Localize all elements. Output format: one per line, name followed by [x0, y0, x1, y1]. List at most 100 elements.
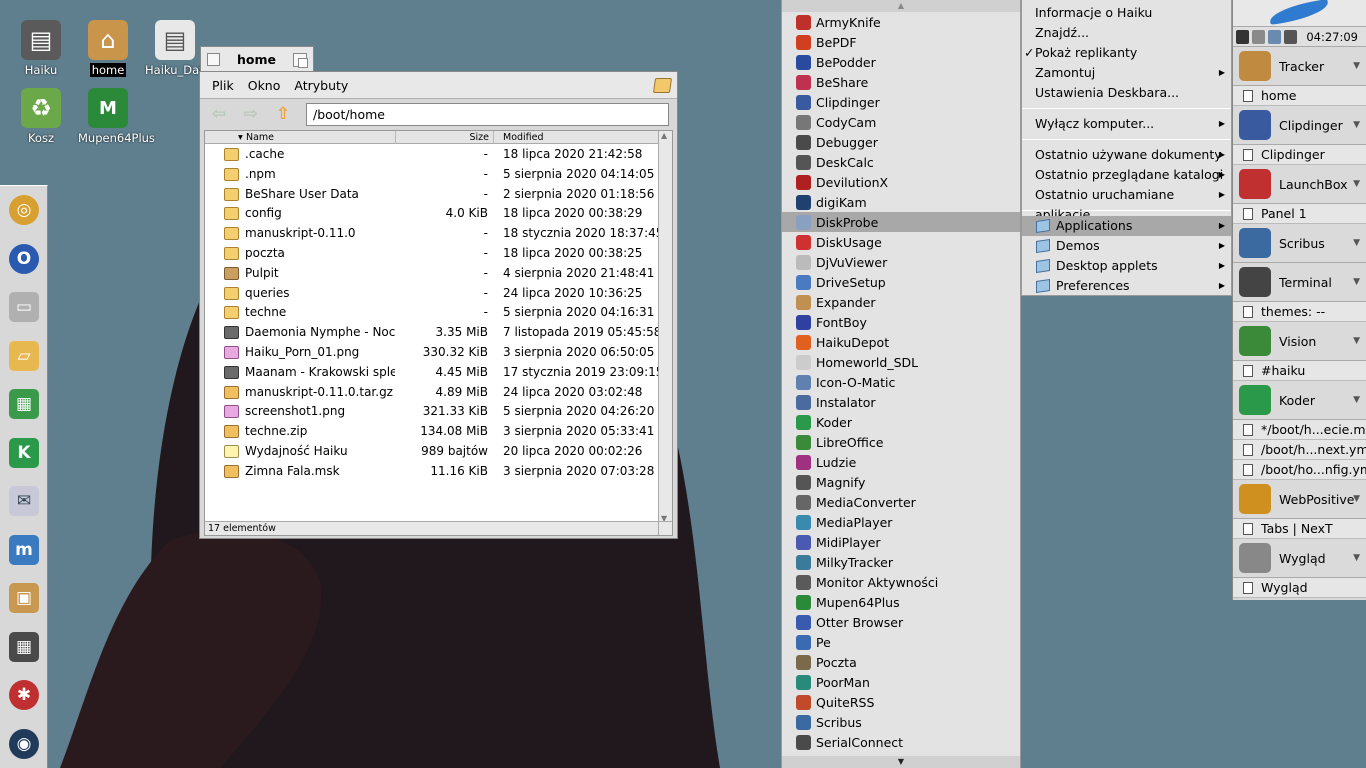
column-size[interactable]: Size [396, 131, 494, 144]
speaker-icon[interactable] [1284, 29, 1297, 44]
app-menu-item[interactable]: DevilutionX [782, 172, 1020, 192]
launch-digikam[interactable]: ◉ [0, 720, 48, 768]
chevron-down-icon[interactable]: ▼ [1353, 381, 1360, 420]
launch-mediawriter[interactable]: m [0, 526, 48, 575]
menu-applications[interactable]: Applications ▶ [1022, 216, 1231, 236]
app-menu-item[interactable]: DriveSetup [782, 272, 1020, 292]
menu-recent-documents[interactable]: Ostatnio używane dokumenty ▶ [1022, 145, 1231, 165]
launch-folder[interactable]: ▱ [0, 332, 48, 381]
deskbar-team[interactable]: WebPositive ▼ [1233, 480, 1366, 519]
app-menu-item[interactable]: MediaConverter [782, 492, 1020, 512]
deskbar-window-item[interactable]: home [1233, 86, 1366, 106]
deskbar-team[interactable]: Scribus ▼ [1233, 224, 1366, 263]
app-menu-item[interactable]: SerialConnect [782, 732, 1020, 752]
scroll-up-arrow-icon[interactable]: ▲ [782, 0, 1020, 12]
app-menu-item[interactable]: HaikuDepot [782, 332, 1020, 352]
launch-package[interactable]: ▣ [0, 574, 48, 623]
app-menu-item[interactable]: Otter Browser [782, 612, 1020, 632]
file-row[interactable]: manuskript-0.11.0.tar.gz 4.89 MiB 24 lipca… [205, 383, 659, 403]
deskbar-window-item[interactable]: Wygląd [1233, 578, 1366, 598]
app-menu-item[interactable]: FontBoy [782, 312, 1020, 332]
zoom-button[interactable] [293, 52, 308, 68]
column-modified[interactable]: Modified [494, 131, 660, 144]
deskbar-team[interactable]: Clipdinger ▼ [1233, 106, 1366, 145]
close-button[interactable] [207, 53, 220, 66]
deskbar-window-item[interactable]: /boot/ho...nfig.yml [1233, 460, 1366, 480]
column-name[interactable]: ▾ Name [237, 131, 396, 144]
menu-deskbar-settings[interactable]: Ustawienia Deskbara... [1022, 83, 1231, 103]
launch-koder[interactable]: K [0, 429, 48, 478]
up-arrow-icon[interactable]: ⇧ [272, 103, 294, 125]
launch-computer[interactable]: ▭ [0, 283, 48, 332]
app-menu-item[interactable]: LibreOffice [782, 432, 1020, 452]
app-menu-item[interactable]: DjVuViewer [782, 252, 1020, 272]
deskbar-team[interactable]: Wygląd ▼ [1233, 539, 1366, 578]
menu-find[interactable]: Znajdź... [1022, 23, 1231, 43]
chevron-down-icon[interactable]: ▼ [1353, 322, 1360, 361]
menu-window[interactable]: Okno [241, 78, 288, 93]
app-menu-item[interactable]: digiKam [782, 192, 1020, 212]
menu-preferences[interactable]: Preferences ▶ [1022, 276, 1231, 296]
file-row[interactable]: Haiku_Porn_01.png 330.32 KiB 3 sierpnia 20… [205, 343, 659, 363]
app-menu-item[interactable]: Pe [782, 632, 1020, 652]
app-menu-item[interactable]: Expander [782, 292, 1020, 312]
app-menu-item[interactable]: QuiteRSS [782, 692, 1020, 712]
app-menu-item[interactable]: ArmyKnife [782, 12, 1020, 32]
window-tab[interactable]: home [200, 46, 314, 72]
desktop-icon-mupen64plus[interactable]: M Mupen64Plus [76, 88, 155, 145]
file-row[interactable]: Daemonia Nymphe - Noc... 3.35 MiB 7 listop… [205, 323, 661, 343]
launch-network[interactable]: ✱ [0, 671, 48, 720]
app-menu-item[interactable]: BePodder [782, 52, 1020, 72]
app-menu-item[interactable]: PoorMan [782, 672, 1020, 692]
deskbar-team[interactable]: Vision ▼ [1233, 322, 1366, 361]
app-menu-item[interactable]: Monitor Aktywności [782, 572, 1020, 592]
tracker-icon[interactable] [652, 77, 673, 93]
menu-recent-applications[interactable]: Ostatnio uruchamiane aplikacje ▶ [1022, 185, 1231, 222]
app-menu-item[interactable]: Scribus [782, 712, 1020, 732]
desktop-icon-haiku-data[interactable]: ▤ Haiku_Data [143, 20, 211, 77]
file-row[interactable]: queries -24 lipca 2020 10:36:25 [205, 284, 659, 304]
desktop-icon-haiku[interactable]: ▤ Haiku [9, 20, 73, 77]
desktop-icon-trash[interactable]: ♻ Kosz [9, 88, 73, 145]
path-input[interactable]: /boot/home [306, 102, 669, 126]
deskbar-window-item[interactable]: Clipdinger [1233, 145, 1366, 165]
app-menu-item[interactable]: Poczta [782, 652, 1020, 672]
menu-shutdown[interactable]: Wyłącz komputer... ▶ [1022, 114, 1231, 134]
deskbar-window-item[interactable]: /boot/h...next.yml [1233, 440, 1366, 460]
clock[interactable]: 04:27:09 [1306, 30, 1358, 44]
chevron-down-icon[interactable]: ▼ [1353, 539, 1360, 578]
deskbar-team[interactable]: Terminal ▼ [1233, 263, 1366, 302]
chevron-down-icon[interactable]: ▼ [1353, 47, 1360, 86]
launch-spreadsheet[interactable]: ▦ [0, 380, 48, 429]
app-menu-item[interactable]: Homeworld_SDL [782, 352, 1020, 372]
scroll-down-arrow-icon[interactable]: ▼ [782, 756, 1020, 768]
keyboard-layout-icon[interactable] [1252, 29, 1265, 44]
deskbar-team[interactable]: LaunchBox ▼ [1233, 165, 1366, 204]
app-menu-item[interactable]: Magnify [782, 472, 1020, 492]
app-menu-item[interactable]: DiskUsage [782, 232, 1020, 252]
app-menu-item[interactable]: BeShare [782, 72, 1020, 92]
deskbar-window-item[interactable]: */boot/h...ecie.md [1233, 420, 1366, 440]
deskbar-window-item[interactable]: Tabs | NexT [1233, 519, 1366, 539]
chevron-down-icon[interactable]: ▼ [1353, 224, 1360, 263]
deskbar-team[interactable]: Tracker ▼ [1233, 47, 1366, 86]
launch-otter-browser[interactable]: O [0, 235, 48, 284]
chevron-down-icon[interactable]: ▼ [1353, 106, 1360, 145]
app-menu-item[interactable]: Icon-O-Matic [782, 372, 1020, 392]
menu-attributes[interactable]: Atrybuty [287, 78, 355, 93]
chevron-down-icon[interactable]: ▼ [1353, 263, 1360, 302]
app-menu-item[interactable]: Clipdinger [782, 92, 1020, 112]
launch-mail[interactable]: ✉ [0, 477, 48, 526]
chevron-down-icon[interactable]: ▼ [1353, 480, 1360, 519]
deskbar-window-item[interactable]: Panel 1 [1233, 204, 1366, 224]
file-row[interactable]: poczta -18 lipca 2020 00:38:25 [205, 244, 659, 264]
app-menu-item[interactable]: DiskProbe [782, 212, 1020, 232]
app-menu-item[interactable]: MilkyTracker [782, 552, 1020, 572]
horizontal-scrollbar[interactable] [658, 521, 672, 535]
file-row[interactable]: Wydajność Haiku 989 bajtów 20 lipca 2020 0… [205, 442, 659, 462]
app-menu-item[interactable]: Debugger [782, 132, 1020, 152]
app-menu-item[interactable]: Instalator [782, 392, 1020, 412]
menu-desktop-applets[interactable]: Desktop applets ▶ [1022, 256, 1231, 276]
back-arrow-icon[interactable]: ⇦ [208, 103, 230, 125]
deskbar-window-item[interactable]: themes: -- [1233, 302, 1366, 322]
